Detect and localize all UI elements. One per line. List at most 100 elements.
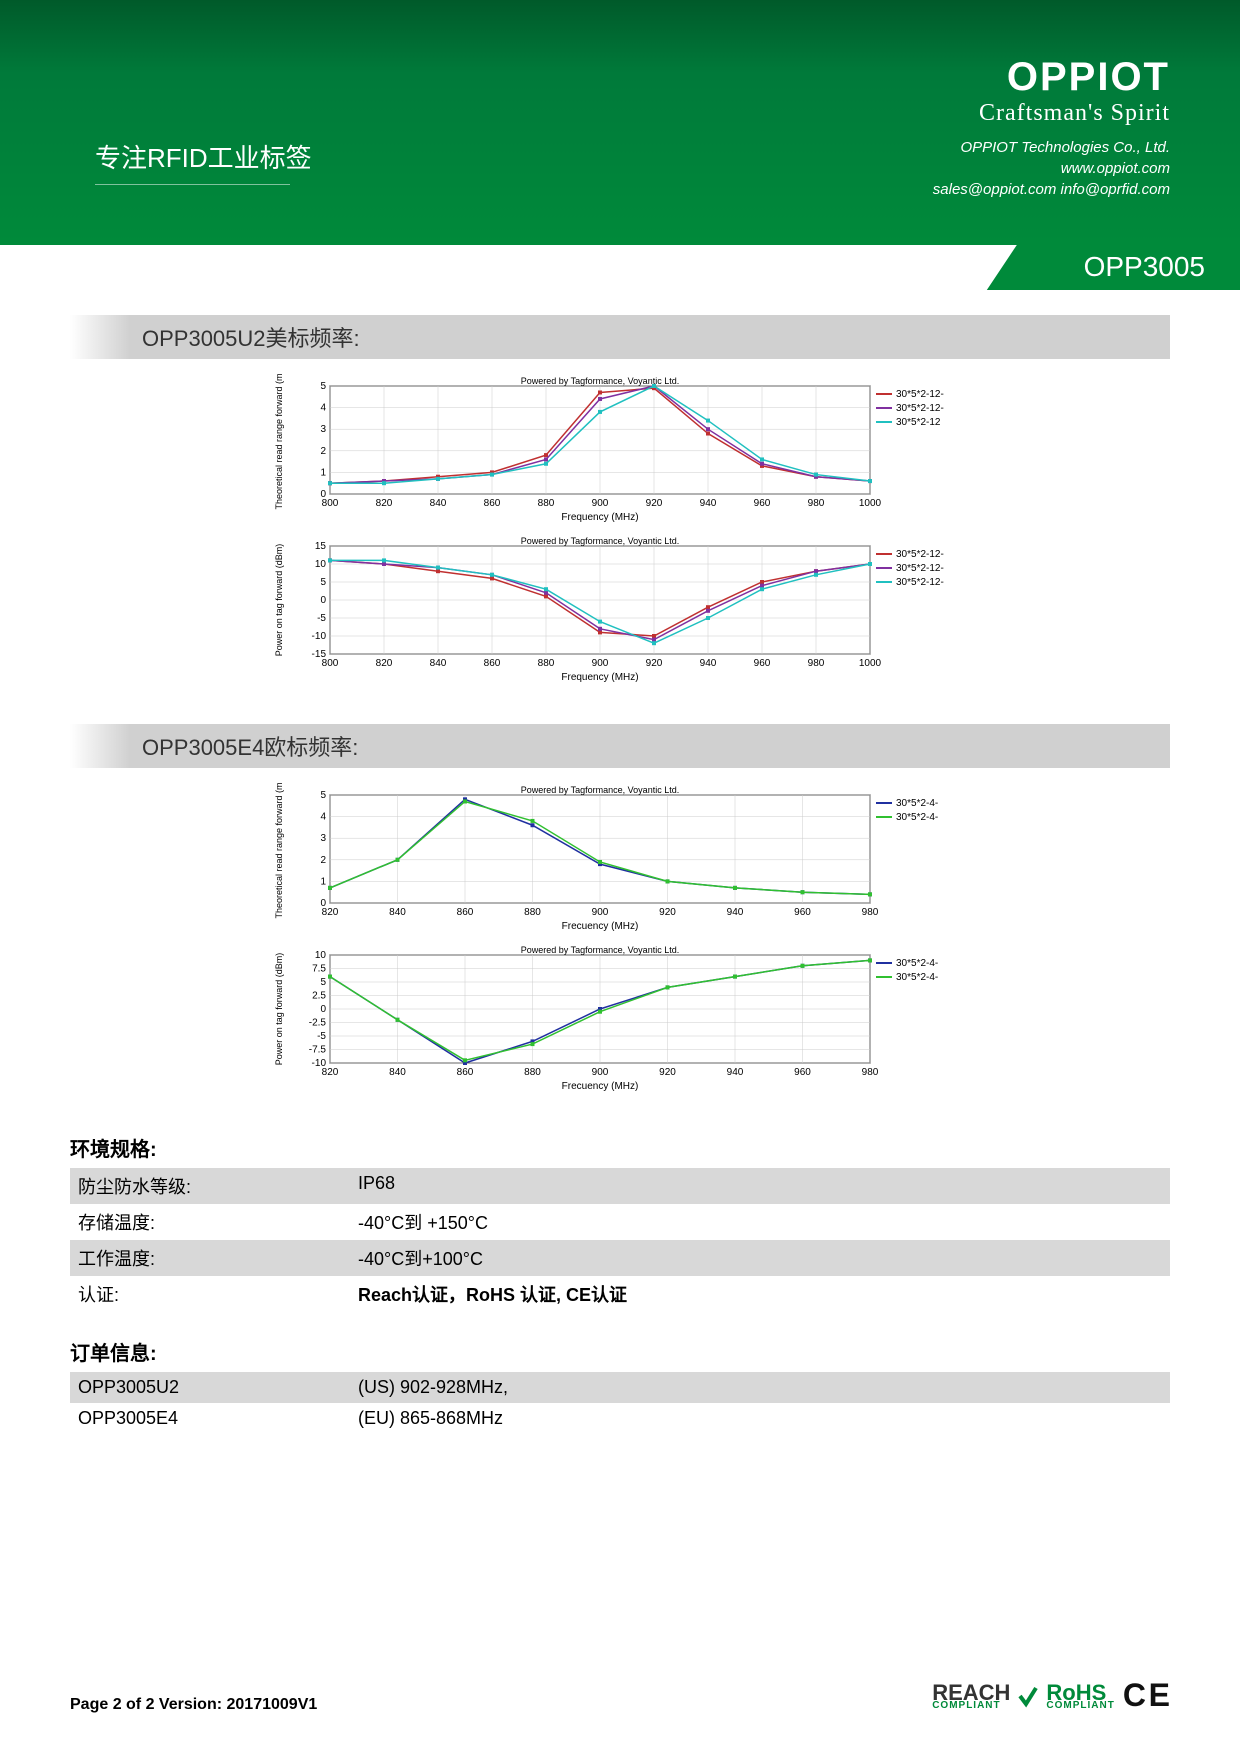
svg-text:980: 980 — [862, 907, 879, 918]
env-label: 防尘防水等级: — [78, 1173, 358, 1199]
svg-text:940: 940 — [727, 1067, 744, 1078]
chart-u2: 8008208408608809009209409609801000012345… — [70, 374, 1170, 694]
svg-text:980: 980 — [862, 1067, 879, 1078]
svg-text:5: 5 — [320, 381, 326, 392]
chart-u2-svg: 8008208408608809009209409609801000012345… — [270, 374, 970, 694]
svg-text:900: 900 — [592, 1067, 609, 1078]
order-label: OPP3005U2 — [78, 1377, 358, 1398]
svg-text:5: 5 — [320, 577, 326, 588]
svg-text:980: 980 — [808, 658, 825, 669]
product-badge: OPP3005 — [0, 245, 1240, 290]
svg-text:1: 1 — [320, 467, 326, 478]
svg-text:2.5: 2.5 — [312, 991, 326, 1002]
svg-text:900: 900 — [592, 498, 609, 509]
svg-text:940: 940 — [700, 498, 717, 509]
env-label: 认证: — [78, 1281, 358, 1307]
svg-text:10: 10 — [315, 950, 327, 961]
svg-text:840: 840 — [389, 907, 406, 918]
svg-text:Powered by Tagformance, Voyant: Powered by Tagformance, Voyantic Ltd. — [521, 376, 679, 386]
svg-text:880: 880 — [524, 907, 541, 918]
svg-text:-10: -10 — [312, 1058, 327, 1069]
svg-text:Frecuency (MHz): Frecuency (MHz) — [562, 921, 639, 932]
svg-text:900: 900 — [592, 658, 609, 669]
svg-text:30*5*2-12-: 30*5*2-12- — [896, 389, 944, 400]
svg-text:30*5*2-12-: 30*5*2-12- — [896, 549, 944, 560]
svg-text:900: 900 — [592, 907, 609, 918]
svg-text:920: 920 — [659, 907, 676, 918]
section-e4-title: OPP3005E4欧标频率: — [130, 724, 1170, 768]
order-title: 订单信息: — [70, 1337, 1170, 1366]
svg-text:Theoretical read range forward: Theoretical read range forward (m) — [274, 783, 284, 919]
svg-text:4: 4 — [320, 812, 326, 823]
svg-text:30*5*2-4-: 30*5*2-4- — [896, 812, 938, 823]
svg-text:7.5: 7.5 — [312, 964, 326, 975]
svg-text:30*5*2-12-: 30*5*2-12- — [896, 403, 944, 414]
svg-text:920: 920 — [646, 498, 663, 509]
focus-text: 专注RFID工业标签 — [95, 138, 312, 175]
order-row: OPP3005E4(EU) 865-868MHz — [70, 1403, 1170, 1434]
svg-text:5: 5 — [320, 790, 326, 801]
svg-text:Frequency (MHz): Frequency (MHz) — [561, 672, 638, 683]
svg-text:960: 960 — [754, 658, 771, 669]
svg-text:3: 3 — [320, 833, 326, 844]
svg-text:Power on tag forward (dBm): Power on tag forward (dBm) — [274, 544, 284, 657]
svg-text:5: 5 — [320, 977, 326, 988]
svg-text:2: 2 — [320, 855, 326, 866]
svg-text:940: 940 — [700, 658, 717, 669]
svg-text:920: 920 — [646, 658, 663, 669]
env-value: -40°C到 +150°C — [358, 1209, 1162, 1235]
env-row: 认证:Reach认证，RoHS 认证, CE认证 — [70, 1276, 1170, 1312]
svg-text:840: 840 — [430, 498, 447, 509]
logo: OPPIOT — [933, 55, 1170, 100]
env-value: -40°C到+100°C — [358, 1245, 1162, 1271]
compliance-badges: REACHCOMPLIANT RoHSCOMPLIANT C E — [932, 1677, 1170, 1714]
svg-text:Powered by Tagformance, Voyant: Powered by Tagformance, Voyantic Ltd. — [521, 785, 679, 795]
svg-text:940: 940 — [727, 907, 744, 918]
env-title: 环境规格: — [70, 1133, 1170, 1162]
svg-text:880: 880 — [538, 498, 555, 509]
svg-text:Theoretical read range forward: Theoretical read range forward (m) — [274, 374, 284, 510]
svg-text:920: 920 — [659, 1067, 676, 1078]
header: OPPIOT Craftsman's Spirit OPPIOT Technol… — [0, 0, 1240, 245]
svg-text:Powered by Tagformance, Voyant: Powered by Tagformance, Voyantic Ltd. — [521, 536, 679, 546]
order-label: OPP3005E4 — [78, 1408, 358, 1429]
tagline: Craftsman's Spirit — [933, 100, 1170, 127]
svg-text:30*5*2-12-: 30*5*2-12- — [896, 563, 944, 574]
page-info: Page 2 of 2 Version: 20171009V1 — [70, 1696, 317, 1714]
divider — [95, 184, 290, 185]
product-code: OPP3005 — [1084, 251, 1205, 283]
env-row: 防尘防水等级:IP68 — [70, 1168, 1170, 1204]
svg-text:10: 10 — [315, 559, 327, 570]
order-value: (US) 902-928MHz, — [358, 1377, 1162, 1398]
ce-badge: C E — [1123, 1677, 1170, 1714]
svg-text:3: 3 — [320, 424, 326, 435]
env-row: 工作温度:-40°C到+100°C — [70, 1240, 1170, 1276]
svg-text:860: 860 — [484, 498, 501, 509]
svg-text:840: 840 — [389, 1067, 406, 1078]
svg-text:30*5*2-4-: 30*5*2-4- — [896, 798, 938, 809]
company-name: OPPIOT Technologies Co., Ltd. — [933, 137, 1170, 158]
svg-text:960: 960 — [754, 498, 771, 509]
company-emails: sales@oppiot.com info@oprfid.com — [933, 179, 1170, 200]
order-section: 订单信息: OPP3005U2(US) 902-928MHz,OPP3005E4… — [70, 1337, 1170, 1434]
svg-text:30*5*2-12-: 30*5*2-12- — [896, 577, 944, 588]
svg-text:0: 0 — [320, 489, 326, 500]
svg-text:860: 860 — [457, 907, 474, 918]
svg-text:30*5*2-12: 30*5*2-12 — [896, 417, 941, 428]
main-content: OPP3005U2美标频率: 8008208408608809009209409… — [0, 245, 1240, 1434]
svg-text:0: 0 — [320, 595, 326, 606]
svg-text:30*5*2-4-: 30*5*2-4- — [896, 958, 938, 969]
company-website: www.oppiot.com — [933, 158, 1170, 179]
svg-text:Frequency (MHz): Frequency (MHz) — [561, 512, 638, 523]
logo-block: OPPIOT Craftsman's Spirit OPPIOT Technol… — [933, 55, 1170, 200]
env-label: 存储温度: — [78, 1209, 358, 1235]
svg-text:Powered by Tagformance, Voyant: Powered by Tagformance, Voyantic Ltd. — [521, 945, 679, 955]
svg-text:960: 960 — [794, 1067, 811, 1078]
svg-text:1000: 1000 — [859, 498, 882, 509]
svg-text:1: 1 — [320, 876, 326, 887]
section-u2-title: OPP3005U2美标频率: — [130, 315, 1170, 359]
svg-text:30*5*2-4-: 30*5*2-4- — [896, 972, 938, 983]
svg-text:-15: -15 — [312, 649, 327, 660]
svg-text:840: 840 — [430, 658, 447, 669]
svg-text:Power on tag forward (dBm): Power on tag forward (dBm) — [274, 953, 284, 1066]
